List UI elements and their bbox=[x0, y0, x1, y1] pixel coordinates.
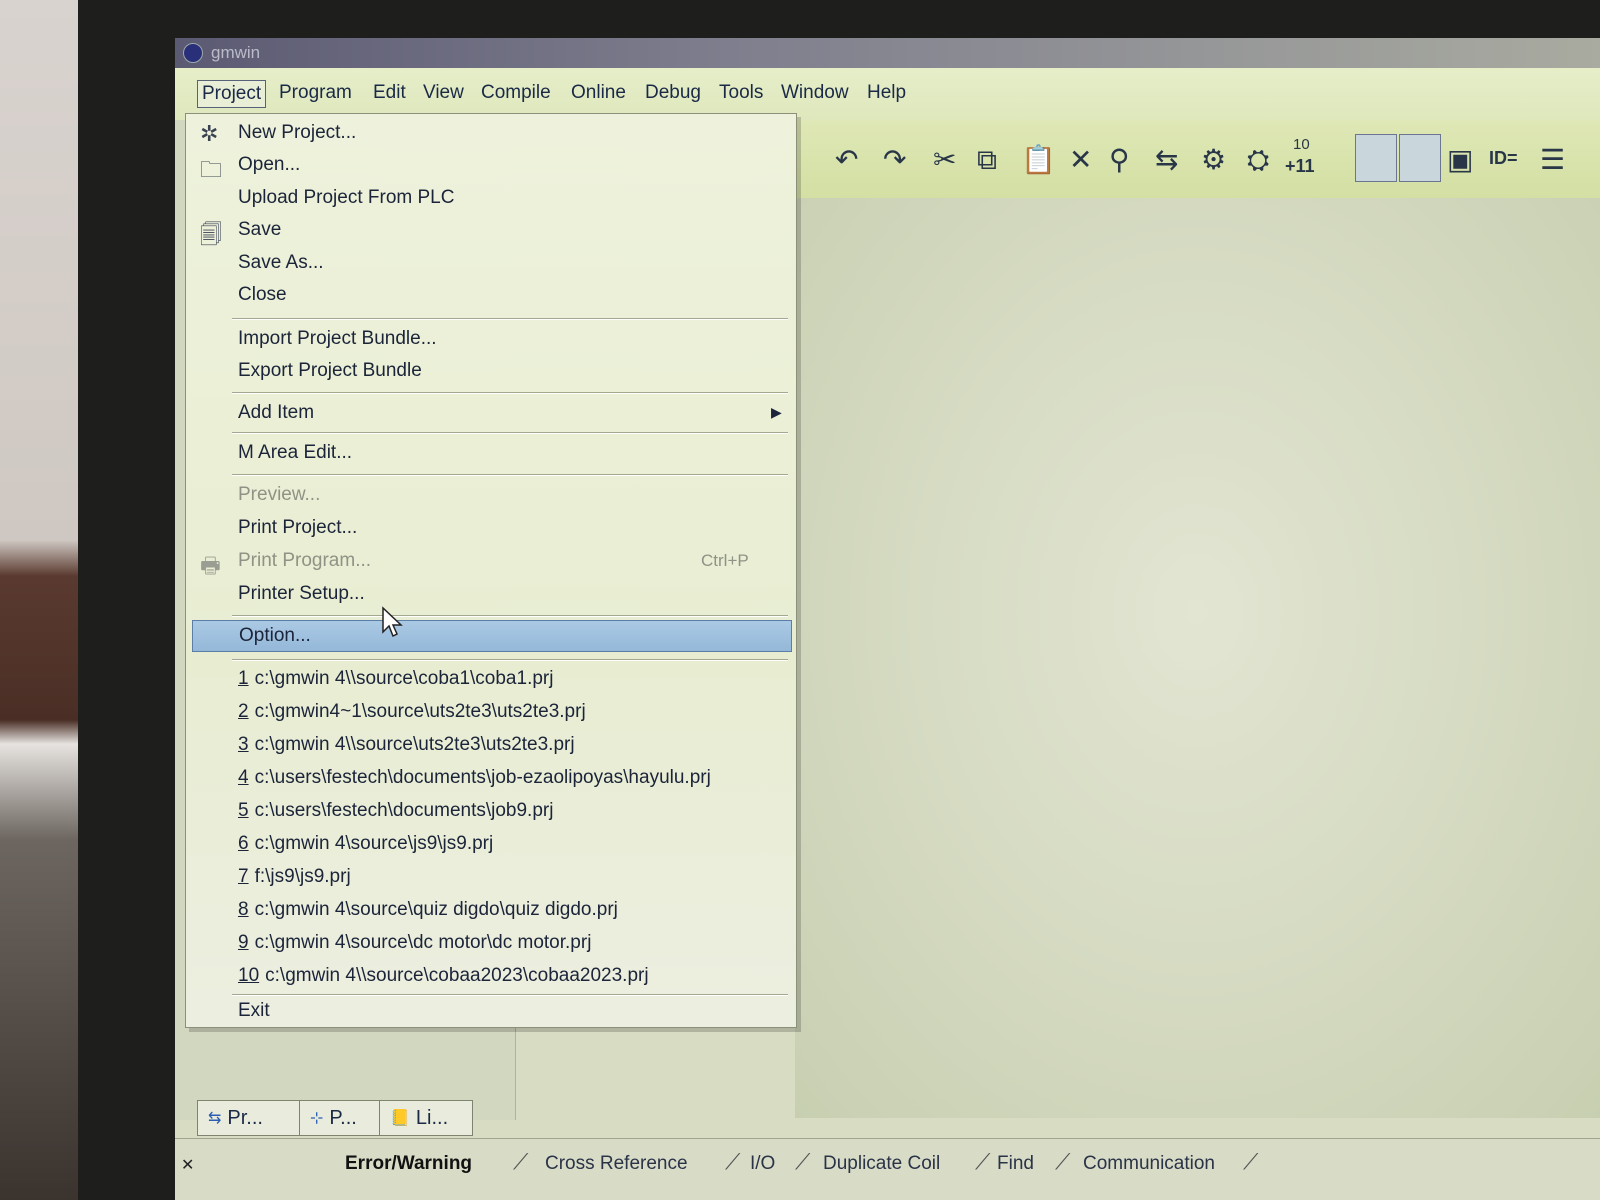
panel-tab-library[interactable]: 📒 Li... bbox=[379, 1100, 473, 1136]
menu-item-option[interactable]: Option... bbox=[192, 620, 792, 652]
menu-item-printer-setup[interactable]: Printer Setup... bbox=[186, 579, 794, 609]
tab-error-warning[interactable]: Error/Warning bbox=[345, 1153, 472, 1175]
tab-duplicate-coil[interactable]: Duplicate Coil bbox=[823, 1153, 940, 1175]
counter-top: 10 bbox=[1293, 136, 1310, 153]
id-label[interactable]: ID= bbox=[1489, 148, 1518, 169]
monitor-icon[interactable]: ⛭ bbox=[1247, 146, 1269, 174]
app-icon bbox=[183, 43, 203, 63]
window-title: gmwin bbox=[211, 43, 261, 62]
app-window: gmwin Project Program Edit View Compile … bbox=[175, 38, 1600, 1200]
menu-separator bbox=[232, 659, 788, 661]
tab-communication[interactable]: Communication bbox=[1083, 1153, 1215, 1175]
edit-frame-icon[interactable]: ▣ bbox=[1447, 146, 1473, 174]
replace-icon[interactable]: ⇆ bbox=[1155, 146, 1178, 174]
paste-icon[interactable]: 📋 bbox=[1021, 146, 1056, 174]
menu-item-print-project[interactable]: Print Project... bbox=[186, 513, 794, 543]
redo-icon[interactable]: ↷ bbox=[883, 146, 906, 174]
menu-item-save-as[interactable]: Save As... bbox=[186, 248, 794, 278]
copy-icon[interactable]: ⧉ bbox=[977, 146, 997, 174]
menu-separator bbox=[232, 615, 788, 617]
editor-workspace[interactable] bbox=[795, 198, 1600, 1118]
background-wall bbox=[0, 0, 78, 1200]
menu-item-open[interactable]: 🗀 Open... bbox=[186, 150, 794, 182]
new-project-icon: ✲ bbox=[200, 121, 219, 146]
menu-item-import-bundle[interactable]: Import Project Bundle... bbox=[186, 324, 794, 354]
menu-online[interactable]: Online bbox=[567, 80, 630, 106]
recent-project-item[interactable]: 8 c:\gmwin 4\source\quiz digdo\quiz digdo… bbox=[186, 895, 794, 925]
tab-io[interactable]: I/O bbox=[750, 1153, 775, 1175]
menu-compile[interactable]: Compile bbox=[477, 80, 555, 106]
menu-separator bbox=[232, 432, 788, 434]
submenu-arrow-icon: ▶ bbox=[771, 404, 782, 420]
comment-view-button[interactable] bbox=[1399, 134, 1441, 182]
menu-item-add-item[interactable]: Add Item ▶ bbox=[186, 398, 794, 428]
delete-icon[interactable]: ✕ bbox=[1069, 146, 1092, 174]
recent-project-item[interactable]: 3 c:\gmwin 4\\source\uts2te3\uts2te3.prj bbox=[186, 730, 794, 760]
status-tabs-bar: ✕ Error/Warning ⟋ Cross Reference ⟋ I/O … bbox=[175, 1138, 1600, 1200]
menu-separator bbox=[232, 474, 788, 476]
menu-item-exit[interactable]: Exit bbox=[186, 996, 794, 1026]
tab-separator: ⟋ bbox=[975, 1149, 991, 1174]
tab-separator: ⟋ bbox=[513, 1149, 529, 1174]
menu-window[interactable]: Window bbox=[777, 80, 853, 106]
menu-program[interactable]: Program bbox=[275, 80, 356, 106]
menu-item-upload-project[interactable]: Upload Project From PLC bbox=[186, 183, 794, 213]
close-icon[interactable]: ✕ bbox=[181, 1155, 194, 1175]
menu-item-save[interactable]: 🗐 Save bbox=[186, 215, 794, 247]
recent-project-item[interactable]: 10 c:\gmwin 4\\source\cobaa2023\cobaa2023… bbox=[186, 961, 794, 991]
recent-project-item[interactable]: 6 c:\gmwin 4\source\js9\js9.prj bbox=[186, 829, 794, 859]
panel-tab-project[interactable]: ⇆ Pr... bbox=[197, 1100, 309, 1136]
tab-separator: ⟋ bbox=[795, 1149, 811, 1174]
menu-item-close[interactable]: Close bbox=[186, 280, 794, 310]
tab-separator: ⟋ bbox=[1243, 1149, 1259, 1174]
menu-help[interactable]: Help bbox=[863, 80, 910, 106]
menu-project[interactable]: Project bbox=[197, 80, 267, 108]
panel-tab-program[interactable]: ⊹ P... bbox=[299, 1100, 381, 1136]
tab-separator: ⟋ bbox=[725, 1149, 741, 1174]
recent-project-item[interactable]: 1 c:\gmwin 4\\source\coba1\coba1.prj bbox=[186, 664, 794, 694]
menu-item-print-program: 🖶 Print Program... Ctrl+P bbox=[186, 546, 794, 578]
project-tree-icon: ⇆ bbox=[208, 1110, 222, 1127]
menu-edit[interactable]: Edit bbox=[369, 80, 410, 106]
cut-icon[interactable]: ✂ bbox=[933, 146, 956, 174]
find-icon[interactable]: ⚲ bbox=[1109, 146, 1130, 174]
menu-item-m-area-edit[interactable]: M Area Edit... bbox=[186, 438, 794, 468]
program-icon: ⊹ bbox=[310, 1110, 324, 1127]
undo-icon[interactable]: ↶ bbox=[835, 146, 858, 174]
menu-debug[interactable]: Debug bbox=[641, 80, 705, 106]
menu-separator bbox=[232, 392, 788, 394]
tab-cross-reference[interactable]: Cross Reference bbox=[545, 1153, 688, 1175]
network-icon[interactable]: ⚙ bbox=[1201, 146, 1226, 174]
menu-item-preview: Preview... bbox=[238, 484, 321, 505]
project-menu-dropdown: ✲ New Project... 🗀 Open... Upload Projec… bbox=[185, 113, 797, 1028]
list-icon[interactable]: ☰ bbox=[1540, 146, 1565, 174]
menu-tools[interactable]: Tools bbox=[715, 80, 767, 106]
menu-view[interactable]: View bbox=[419, 80, 468, 106]
mouse-cursor-icon bbox=[382, 606, 403, 638]
recent-project-item[interactable]: 9 c:\gmwin 4\source\dc motor\dc motor.prj bbox=[186, 928, 794, 958]
toolbar: ↶ ↷ ✂ ⧉ 📋 ✕ ⚲ ⇆ ⚙ ⛭ 10 +11 ▣ ID= ☰ bbox=[795, 120, 1600, 199]
title-bar: gmwin bbox=[175, 38, 1600, 68]
counter-bottom: +11 bbox=[1285, 156, 1315, 176]
recent-project-item[interactable]: 7 f:\js9\js9.prj bbox=[186, 862, 794, 892]
recent-project-item[interactable]: 2 c:\gmwin4~1\source\uts2te3\uts2te3.prj bbox=[186, 697, 794, 727]
recent-project-item[interactable]: 5 c:\users\festech\documents\job9.prj bbox=[186, 796, 794, 826]
menu-item-export-bundle[interactable]: Export Project Bundle bbox=[186, 356, 794, 386]
menu-separator bbox=[232, 318, 788, 320]
tab-find[interactable]: Find bbox=[997, 1153, 1034, 1175]
library-icon: 📒 bbox=[390, 1110, 410, 1127]
ladder-view-button[interactable] bbox=[1355, 134, 1397, 182]
menu-item-new-project[interactable]: ✲ New Project... bbox=[186, 118, 794, 148]
tab-separator: ⟋ bbox=[1055, 1149, 1071, 1174]
recent-project-item[interactable]: 4 c:\users\festech\documents\job-ezaolipo… bbox=[186, 763, 794, 793]
